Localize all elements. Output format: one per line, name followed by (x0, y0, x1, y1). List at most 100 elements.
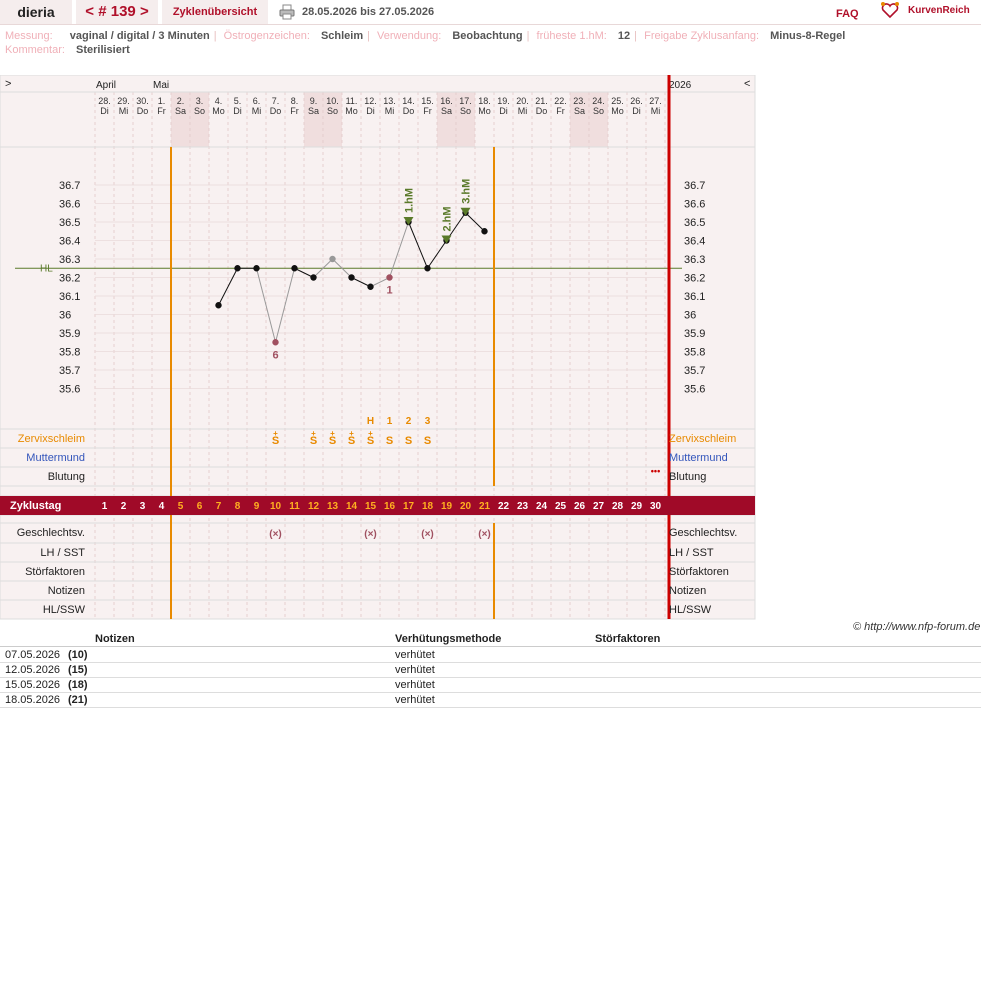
cycle-day-number: 16 (384, 501, 396, 512)
note-day: (15) (68, 664, 88, 676)
brand-name[interactable]: KurvenReich (908, 5, 970, 16)
cycle-day-number: 2 (121, 501, 127, 512)
faq-link[interactable]: FAQ (836, 8, 859, 20)
next-cycle-button[interactable]: > (140, 3, 149, 20)
year-label: 2026 (669, 80, 692, 91)
point-label: 6 (272, 349, 278, 361)
y-tick-label-left: 35.8 (59, 347, 80, 359)
date-label: 1. (158, 96, 166, 106)
mucus-plus: + (311, 429, 316, 438)
top-bar: dieria < # 139 > Zyklenübersicht 28.05.2… (0, 0, 981, 25)
date-label: 23. (573, 96, 586, 106)
y-tick-label-right: 36.4 (684, 236, 705, 248)
cycle-day-number: 3 (140, 501, 146, 512)
date-label: 7. (272, 96, 280, 106)
cycle-day-number: 13 (327, 501, 339, 512)
cycle-day-number: 29 (631, 501, 643, 512)
weekday-label: So (194, 106, 205, 116)
date-label: 26. (630, 96, 643, 106)
date-label: 16. (440, 96, 453, 106)
printer-icon[interactable] (279, 4, 295, 20)
weekday-label: Di (632, 106, 641, 116)
y-tick-label-left: 36.2 (59, 273, 80, 285)
temperature-point (253, 265, 260, 272)
table-row: 07.05.2026 (10) verhütet (0, 647, 981, 663)
date-label: 10. (326, 96, 339, 106)
cycle-day-number: 8 (235, 501, 241, 512)
mucus-symbol: S (405, 435, 412, 447)
point-label: 1 (386, 285, 392, 297)
weekday-label: Di (100, 106, 109, 116)
y-tick-label-left: 36.1 (59, 291, 80, 303)
date-label: 29. (117, 96, 130, 106)
weekday-label: Sa (175, 106, 186, 116)
cycle-day-number: 6 (197, 501, 203, 512)
row-label-left: Störfaktoren (25, 566, 85, 578)
row-label-left: Geschlechtsv. (17, 527, 85, 539)
verwendung-value: Beobachtung (452, 30, 523, 42)
row-label-left: Blutung (48, 471, 85, 483)
date-label: 6. (253, 96, 261, 106)
y-tick-label-left: 36.6 (59, 199, 80, 211)
cycle-chart: > <2026April Mai28.Di29.Mi30.Do1.Fr2.Sa3.S… (0, 75, 756, 620)
date-label: 13. (383, 96, 396, 106)
cycle-day-number: 12 (308, 501, 320, 512)
temperature-point (272, 339, 279, 346)
weekday-label: Fr (423, 106, 432, 116)
y-tick-label-right: 36 (684, 310, 696, 322)
hm-label: 2.hM (442, 206, 454, 231)
weekday-label: Sa (574, 106, 585, 116)
temperature-point (291, 265, 298, 272)
mucus-symbol: S (424, 435, 431, 447)
date-label: 24. (592, 96, 605, 106)
weekday-label: Mi (518, 106, 528, 116)
y-tick-label-right: 36.7 (684, 180, 705, 192)
date-label: 5. (234, 96, 242, 106)
note-date: 07.05.2026 (5, 649, 61, 661)
weekday-label: Sa (441, 106, 452, 116)
note-date: 15.05.2026 (5, 679, 61, 691)
date-label: 28. (98, 96, 111, 106)
mucus-plus: + (349, 429, 354, 438)
date-label: 22. (554, 96, 567, 106)
table-row: 15.05.2026 (18) verhütet (0, 677, 981, 693)
table-row: 18.05.2026 (21) verhütet (0, 692, 981, 708)
y-tick-label-left: 36.3 (59, 254, 80, 266)
mucus-plus: + (330, 429, 335, 438)
date-label: 9. (310, 96, 318, 106)
mucus-symbol: S (386, 435, 393, 447)
hl-label: HL (40, 263, 53, 274)
weekday-label: Di (366, 106, 375, 116)
freigabe-label: Freigabe Zyklusanfang: (644, 30, 760, 42)
temperature-point (329, 255, 336, 263)
cycle-overview-link[interactable]: Zyklenübersicht (162, 0, 268, 24)
cycle-day-number: 1 (102, 501, 108, 512)
date-label: 8. (291, 96, 299, 106)
username[interactable]: dieria (0, 0, 72, 24)
row-label-right: Störfaktoren (669, 566, 729, 578)
row-label-right: Muttermund (669, 452, 728, 464)
intercourse-mark: (×) (269, 529, 282, 540)
notes-header-stoer: Störfaktoren (595, 633, 661, 645)
weekday-label: Do (137, 106, 149, 116)
cycle-day-number: 24 (536, 501, 548, 512)
date-label: 12. (364, 96, 377, 106)
date-label: 4. (215, 96, 223, 106)
y-tick-label-right: 36.6 (684, 199, 705, 211)
cycle-day-number: 4 (159, 501, 165, 512)
weekday-label: So (593, 106, 604, 116)
date-label: 21. (535, 96, 548, 106)
weekday-label: Mi (252, 106, 262, 116)
date-label: 18. (478, 96, 491, 106)
temperature-point (215, 302, 222, 309)
weekday-label: Do (403, 106, 415, 116)
cycle-day-number: 7 (216, 501, 222, 512)
weekday-label: So (460, 106, 471, 116)
y-tick-label-right: 36.2 (684, 273, 705, 285)
month-label: April (96, 80, 116, 91)
prev-cycle-button[interactable]: < (85, 3, 94, 20)
kommentar-value: Sterilisiert (75, 44, 130, 56)
heart-logo-icon[interactable] (880, 1, 900, 19)
date-label: 19. (497, 96, 510, 106)
weekday-label: Fr (290, 106, 299, 116)
